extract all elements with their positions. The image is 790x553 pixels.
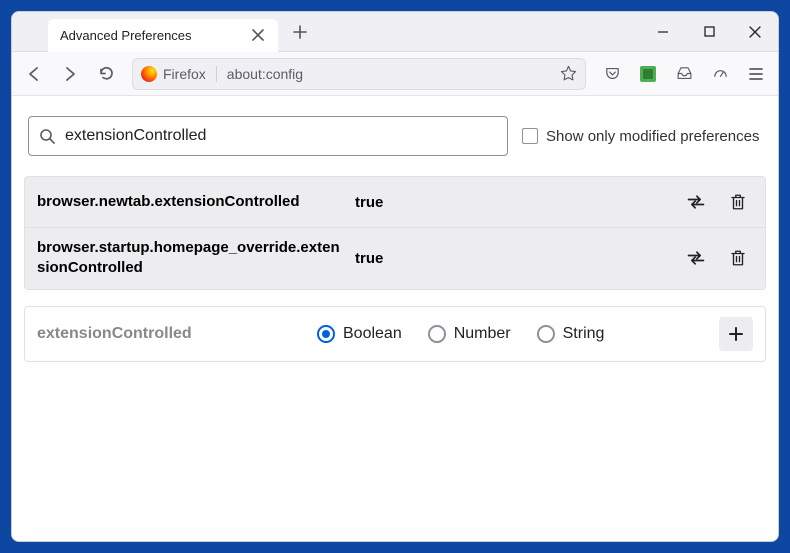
firefox-logo-icon [141, 66, 157, 82]
pref-search-box[interactable] [28, 116, 508, 156]
checkbox-label: Show only modified preferences [546, 128, 759, 145]
url-text: about:config [227, 66, 560, 82]
extension-icon [640, 66, 656, 82]
pref-row: browser.startup.homepage_override.extens… [25, 227, 765, 289]
radio-boolean[interactable]: Boolean [317, 325, 402, 343]
add-pref-row: extensionControlled Boolean Number Strin… [25, 307, 765, 361]
delete-button[interactable] [723, 243, 753, 273]
pref-actions [681, 187, 753, 217]
radio-label: Number [454, 325, 511, 343]
radio-icon [428, 325, 446, 343]
delete-button[interactable] [723, 187, 753, 217]
pref-search-input[interactable] [65, 127, 497, 145]
add-pref-button[interactable] [719, 317, 753, 351]
url-bar[interactable]: Firefox about:config [132, 58, 586, 90]
radio-string[interactable]: String [537, 325, 605, 343]
config-content: Show only modified preferences browser.n… [12, 96, 778, 541]
pref-name: browser.startup.homepage_override.extens… [37, 238, 347, 279]
bookmark-star-icon[interactable] [560, 65, 577, 82]
identity-box[interactable]: Firefox [141, 66, 217, 82]
back-button[interactable] [18, 58, 50, 90]
close-tab-icon[interactable] [250, 27, 266, 43]
extension-button[interactable] [632, 58, 664, 90]
browser-window: Advanced Preferences [11, 11, 779, 542]
forward-button[interactable] [54, 58, 86, 90]
toggle-button[interactable] [681, 187, 711, 217]
browser-tab[interactable]: Advanced Preferences [48, 19, 278, 52]
new-tab-button[interactable] [286, 18, 314, 46]
search-row: Show only modified preferences [24, 116, 766, 156]
radio-number[interactable]: Number [428, 325, 511, 343]
radio-icon [317, 325, 335, 343]
radio-icon [537, 325, 555, 343]
show-modified-checkbox[interactable]: Show only modified preferences [522, 128, 759, 145]
pref-name: browser.newtab.extensionControlled [37, 192, 347, 212]
add-pref-section: extensionControlled Boolean Number Strin… [24, 306, 766, 362]
tab-title: Advanced Preferences [60, 28, 250, 43]
pref-value: true [347, 194, 681, 211]
checkbox-icon [522, 128, 538, 144]
pref-row: browser.newtab.extensionControlled true [25, 177, 765, 227]
maximize-button[interactable] [686, 12, 732, 52]
close-window-button[interactable] [732, 12, 778, 52]
pref-actions [681, 243, 753, 273]
performance-button[interactable] [704, 58, 736, 90]
search-icon [39, 128, 55, 144]
reload-button[interactable] [90, 58, 122, 90]
titlebar: Advanced Preferences [12, 12, 778, 52]
identity-label: Firefox [163, 66, 206, 82]
pocket-button[interactable] [596, 58, 628, 90]
toggle-button[interactable] [681, 243, 711, 273]
add-pref-name: extensionControlled [37, 325, 317, 343]
pref-value: true [347, 250, 681, 267]
app-menu-button[interactable] [740, 58, 772, 90]
preference-table: browser.newtab.extensionControlled true … [24, 176, 766, 290]
radio-label: String [563, 325, 605, 343]
minimize-button[interactable] [640, 12, 686, 52]
window-controls [640, 12, 778, 52]
navigation-toolbar: Firefox about:config [12, 52, 778, 96]
type-radio-group: Boolean Number String [317, 325, 719, 343]
radio-label: Boolean [343, 325, 402, 343]
inbox-button[interactable] [668, 58, 700, 90]
